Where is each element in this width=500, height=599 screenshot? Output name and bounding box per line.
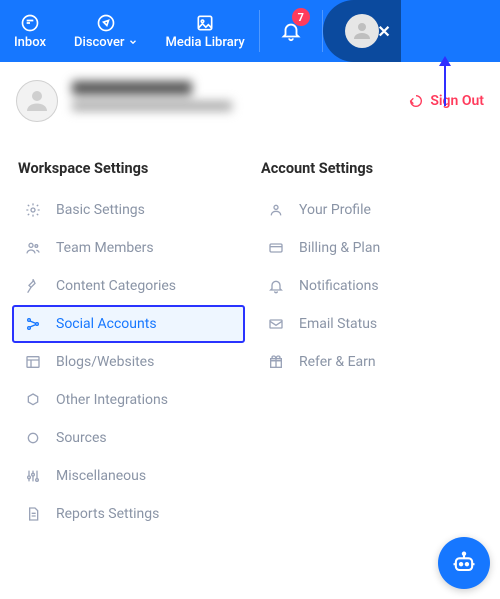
workspace-settings-column: Workspace Settings Basic Settings Team M…	[12, 160, 245, 533]
chatbot-button[interactable]	[438, 537, 490, 589]
sign-out-button[interactable]: Sign Out	[408, 93, 484, 109]
annotation-arrow	[444, 64, 446, 106]
menu-label: Team Members	[56, 240, 154, 256]
menu-team-members[interactable]: Team Members	[12, 229, 245, 267]
gear-icon	[24, 202, 42, 218]
menu-your-profile[interactable]: Your Profile	[255, 191, 488, 229]
close-icon[interactable]: ✕	[377, 22, 390, 41]
menu-basic-settings[interactable]: Basic Settings	[12, 191, 245, 229]
nav-media-label: Media Library	[166, 35, 245, 50]
nav-discover-label: Discover	[74, 35, 124, 50]
credit-card-icon	[267, 240, 285, 256]
menu-label: Sources	[56, 430, 107, 446]
sign-out-label: Sign Out	[430, 93, 484, 109]
compass-icon	[96, 13, 116, 33]
menu-notifications[interactable]: Notifications	[255, 267, 488, 305]
profile-header: Sign Out	[0, 62, 500, 132]
document-icon	[24, 506, 42, 522]
bot-icon	[450, 549, 478, 577]
menu-label: Social Accounts	[56, 316, 157, 332]
top-navbar: Inbox Discover Media Library 7 ✕	[0, 0, 500, 62]
menu-label: Refer & Earn	[299, 354, 376, 370]
menu-reports-settings[interactable]: Reports Settings	[12, 495, 245, 533]
menu-label: Reports Settings	[56, 506, 159, 522]
sign-out-icon	[408, 93, 424, 109]
team-icon	[24, 240, 42, 256]
user-name-redacted	[72, 81, 394, 121]
nav-inbox[interactable]: Inbox	[0, 0, 60, 62]
mail-icon	[267, 316, 285, 332]
bell-outline-icon	[267, 278, 285, 294]
sliders-icon	[24, 468, 42, 484]
menu-label: Your Profile	[299, 202, 371, 218]
menu-label: Content Categories	[56, 278, 176, 294]
notification-badge: 7	[292, 8, 310, 26]
image-icon	[195, 13, 215, 33]
menu-other-integrations[interactable]: Other Integrations	[12, 381, 245, 419]
circle-icon	[24, 430, 42, 446]
menu-label: Other Integrations	[56, 392, 168, 408]
avatar-icon	[345, 14, 379, 48]
menu-label: Email Status	[299, 316, 377, 332]
menu-label: Miscellaneous	[56, 468, 146, 484]
share-icon	[24, 316, 42, 332]
workspace-heading: Workspace Settings	[12, 160, 245, 177]
nav-discover[interactable]: Discover	[60, 0, 151, 62]
menu-social-accounts[interactable]: Social Accounts	[12, 305, 245, 343]
nav-inbox-label: Inbox	[14, 35, 46, 50]
chat-icon	[20, 13, 40, 33]
menu-sources[interactable]: Sources	[12, 419, 245, 457]
avatar-large-icon	[16, 80, 58, 122]
menu-content-categories[interactable]: Content Categories	[12, 267, 245, 305]
pin-icon	[24, 278, 42, 294]
menu-label: Blogs/Websites	[56, 354, 154, 370]
menu-label: Basic Settings	[56, 202, 145, 218]
hexagon-icon	[24, 392, 42, 408]
chevron-down-icon	[128, 37, 138, 47]
menu-label: Billing & Plan	[299, 240, 380, 256]
account-settings-column: Account Settings Your Profile Billing & …	[255, 160, 488, 533]
settings-panel: Workspace Settings Basic Settings Team M…	[0, 132, 500, 533]
menu-email-status[interactable]: Email Status	[255, 305, 488, 343]
menu-refer-earn[interactable]: Refer & Earn	[255, 343, 488, 381]
menu-label: Notifications	[299, 278, 379, 294]
account-heading: Account Settings	[255, 160, 488, 177]
menu-miscellaneous[interactable]: Miscellaneous	[12, 457, 245, 495]
menu-billing-plan[interactable]: Billing & Plan	[255, 229, 488, 267]
menu-blogs-websites[interactable]: Blogs/Websites	[12, 343, 245, 381]
person-icon	[267, 202, 285, 218]
gift-icon	[267, 354, 285, 370]
profile-menu-button[interactable]: ✕	[323, 0, 401, 62]
layout-icon	[24, 354, 42, 370]
nav-media-library[interactable]: Media Library	[152, 0, 259, 62]
notifications-button[interactable]: 7	[260, 0, 322, 62]
